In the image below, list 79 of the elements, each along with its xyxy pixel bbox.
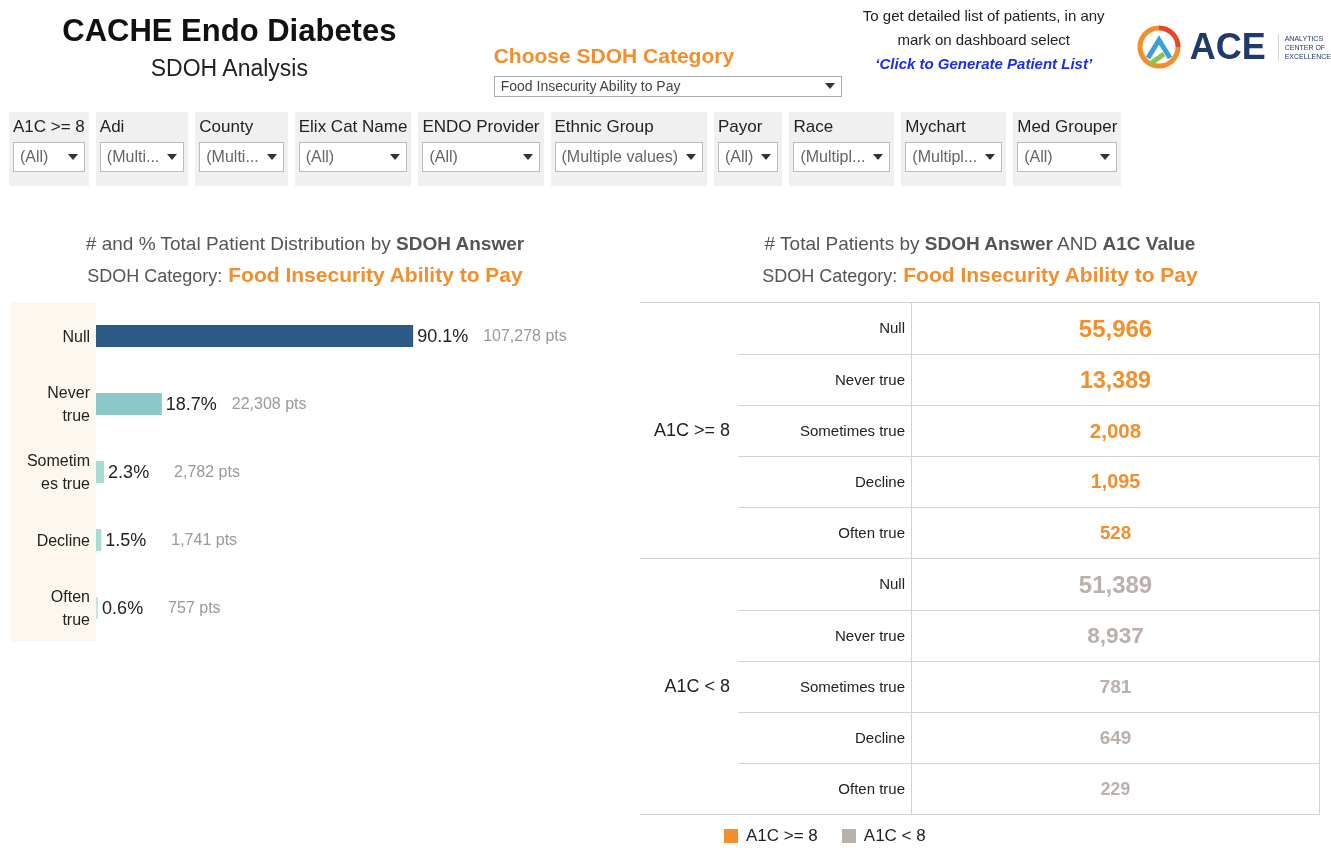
answer-label: Decline (854, 727, 905, 748)
caret-icon (1100, 153, 1111, 160)
answer-label: Often true (838, 778, 905, 799)
category-value: Food Insecurity Ability to Pay (228, 261, 523, 288)
axis-label: Decline (35, 530, 90, 551)
filter-label: Med Grouper (1017, 116, 1118, 138)
filter-label: Race (793, 116, 835, 138)
filter-dropdown[interactable]: (Multiple values) (554, 141, 703, 172)
dashboard-title: CACHE Endo Diabetes (62, 12, 397, 50)
percent-label: 18.7% (165, 394, 217, 414)
category-value: Food Insecurity Ability to Pay (903, 261, 1198, 288)
filter-label: ENDO Provider (422, 116, 540, 138)
caret-icon (873, 153, 884, 160)
logo-icon (1135, 24, 1182, 70)
caret-icon (686, 153, 696, 160)
caret-icon (985, 153, 996, 160)
chart-title: # and % Total Patient Distribution by SDOH Answer (85, 232, 525, 256)
legend-label: A1C >= 8 (746, 825, 818, 847)
filter-dropdown[interactable]: (Multipl... (793, 141, 891, 172)
logo-name: ACE (1189, 29, 1266, 65)
axis-label: Null (61, 326, 90, 347)
category-label: SDOH Category: (762, 264, 898, 288)
group-label: A1C >= 8 (653, 419, 730, 442)
points-label: 2,782 pts (174, 462, 240, 482)
answer-label: Never true (834, 625, 905, 646)
points-label: 757 pts (168, 598, 221, 618)
filter-dropdown[interactable]: (Multi... (199, 141, 284, 172)
axis-label: Often true (49, 587, 90, 630)
caret-icon (390, 153, 401, 160)
filter-label: Elix Cat Name (298, 116, 408, 138)
caret-icon (761, 153, 772, 160)
answer-label: Sometimes true (799, 420, 905, 441)
legend-label: A1C < 8 (863, 825, 926, 847)
group-label: A1C < 8 (664, 675, 730, 698)
points-label: 1,741 pts (171, 530, 238, 550)
picker-label: Choose SDOH Category (493, 43, 735, 69)
caret-icon (167, 153, 178, 160)
points-label: 107,278 pts (483, 326, 567, 346)
bar[interactable] (96, 597, 99, 619)
bar[interactable] (96, 393, 162, 415)
filter-label: Ethnic Group (554, 116, 655, 138)
answer-label: Null (879, 574, 905, 595)
caret-icon (522, 153, 533, 160)
filter-dropdown[interactable]: (All) (298, 141, 408, 172)
patient-list-link[interactable]: ‘Click to Generate Patient List’ (875, 55, 1093, 72)
filter-dropdown[interactable]: (All) (718, 141, 779, 172)
table-title: # Total Patients by SDOH Answer AND A1C Value (764, 232, 1196, 256)
answer-label: Never true (834, 369, 905, 390)
caret-icon (824, 83, 835, 89)
dashboard-subtitle: SDOH Analysis (150, 53, 308, 83)
percent-label: 2.3% (108, 462, 150, 482)
filter-label: Adi (99, 116, 126, 138)
percent-label: 0.6% (102, 598, 144, 618)
answer-label: Sometimes true (799, 676, 905, 697)
instructions-text: To get detailed list of patients, in any mark on dashboard select ‘Click to Generate Patient List’ (862, 7, 1105, 72)
percent-label: 90.1% (417, 326, 469, 346)
bar[interactable] (96, 461, 105, 483)
caret-icon (266, 153, 277, 160)
bar[interactable] (96, 529, 102, 551)
axis-label: Sometimes true (25, 451, 90, 494)
filter-dropdown[interactable]: (All) (422, 141, 540, 172)
filter-label: County (199, 116, 255, 138)
points-label: 22,308 pts (231, 394, 307, 414)
filter-dropdown[interactable]: (All) (1017, 141, 1118, 172)
percent-label: 1.5% (105, 530, 147, 550)
bar[interactable] (96, 325, 414, 347)
answer-label: Often true (838, 522, 905, 543)
answer-label: Decline (854, 471, 905, 492)
filter-dropdown[interactable]: (All) (13, 141, 85, 172)
filter-dropdown[interactable]: (Multipl... (905, 141, 1003, 172)
filter-label: Mychart (905, 116, 967, 138)
answer-label: Null (879, 318, 905, 339)
filter-label: Payor (718, 116, 764, 138)
filter-label: A1C >= 8 (13, 116, 85, 138)
category-label: SDOH Category: (87, 264, 223, 288)
category-dropdown[interactable]: Food Insecurity Ability to Pay (493, 75, 842, 97)
axis-label: Never true (46, 383, 90, 426)
caret-icon (67, 153, 78, 160)
filter-dropdown[interactable]: (Multi... (99, 141, 185, 172)
